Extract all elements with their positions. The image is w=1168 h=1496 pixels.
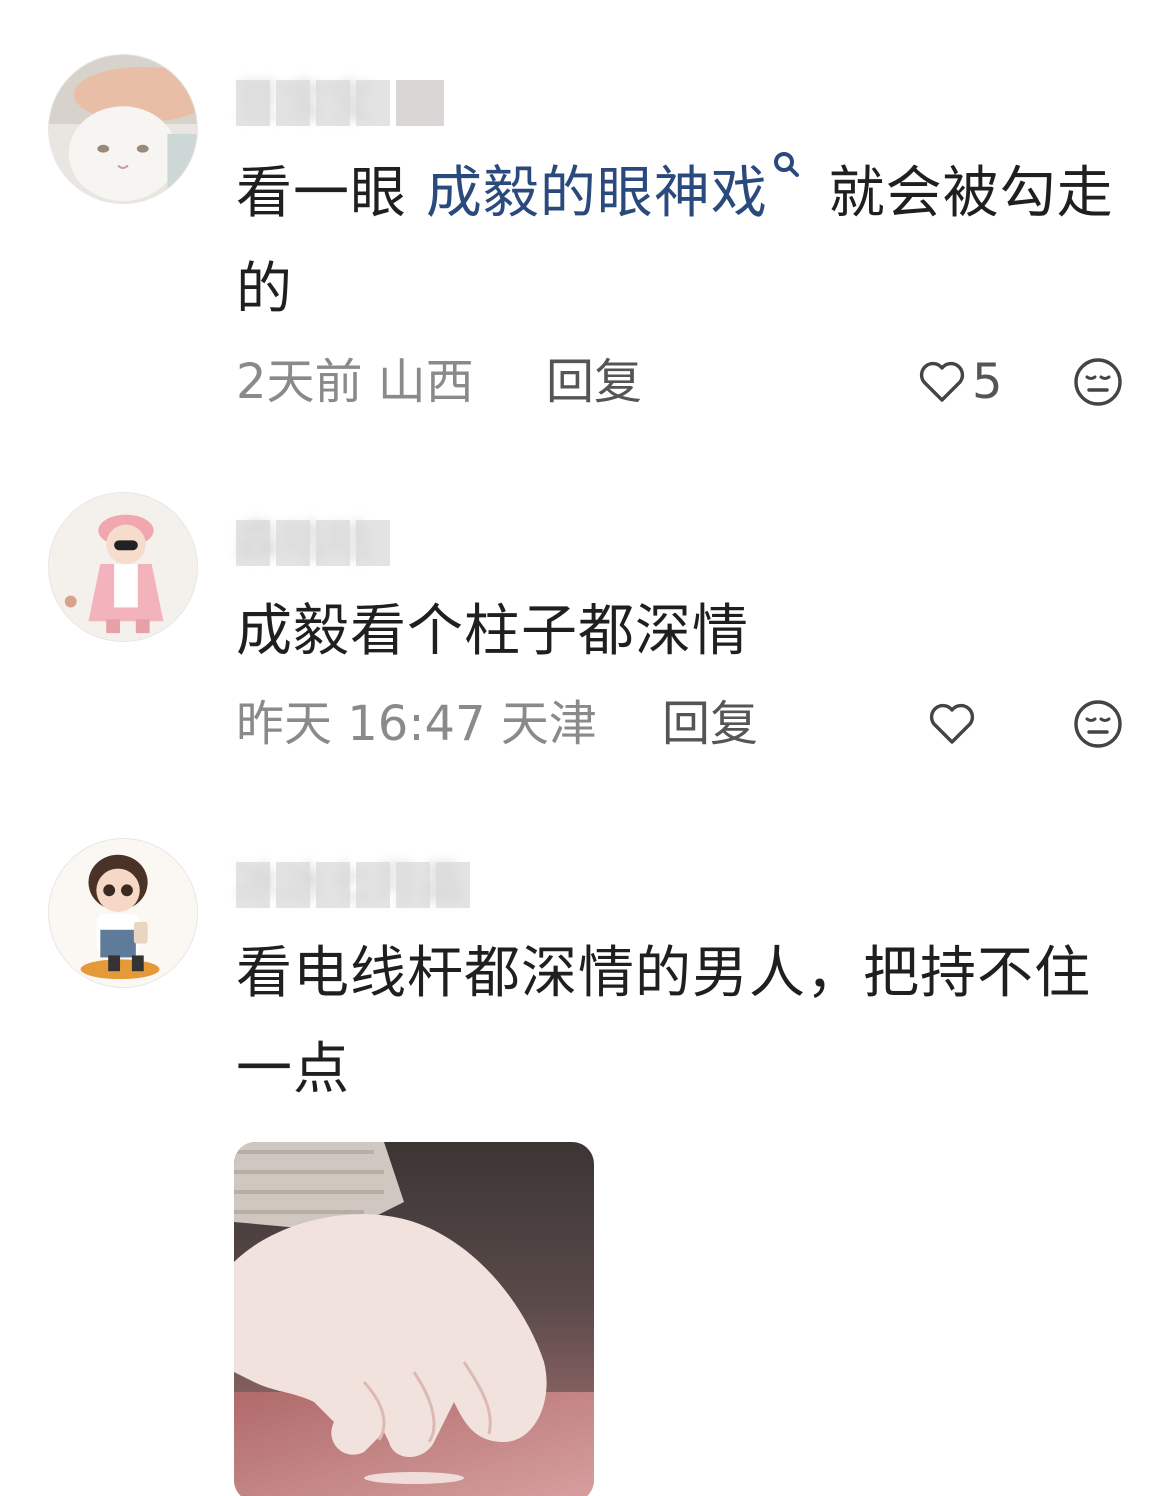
mosaic-block	[316, 862, 350, 908]
mosaic-block	[436, 862, 470, 908]
mosaic-block	[356, 862, 390, 908]
mosaic-block	[276, 520, 310, 566]
heart-outline-icon	[919, 361, 965, 402]
mosaic-block	[236, 862, 270, 908]
time-location: 昨天 16:47 天津	[236, 696, 597, 752]
username-mosaic	[236, 72, 444, 132]
expressionless-face-icon	[1074, 700, 1122, 748]
mosaic-block	[356, 80, 390, 126]
heart-outline-icon	[929, 703, 975, 744]
mosaic-block	[236, 80, 270, 126]
mosaic-block	[276, 80, 310, 126]
like-button[interactable]	[928, 696, 982, 752]
reply-button[interactable]: 回复	[662, 692, 758, 756]
comment-meta: 昨天 16:47 天津 回复	[236, 692, 1124, 756]
mosaic-block	[356, 520, 390, 566]
username-mosaic	[236, 854, 470, 914]
girl-avatar-image	[49, 493, 197, 641]
girl-with-drink-avatar-image	[49, 839, 197, 987]
mosaic-block	[396, 80, 444, 126]
comment-text: 成毅看个柱子都深情	[236, 599, 749, 664]
dislike-button[interactable]	[1072, 698, 1124, 750]
mosaic-block	[396, 862, 430, 908]
like-button[interactable]: 5	[918, 354, 1003, 410]
comment-image[interactable]	[234, 1142, 594, 1496]
comment-1: 豆宝宝 看一眼 成毅的眼神戏 就会被勾走的 2天前 山西 回复 5	[0, 0, 1168, 460]
comment-meta: 2天前 山西 回复 5	[236, 350, 1124, 414]
comment-text: 看电线杆都深情的男人，把持不住一点	[236, 941, 1091, 1102]
username-mosaic	[236, 512, 390, 572]
search-icon	[773, 152, 799, 177]
avatar[interactable]	[48, 54, 198, 204]
expressionless-face-icon	[1074, 358, 1122, 406]
time-location: 2天前 山西	[236, 354, 474, 410]
mosaic-block	[236, 520, 270, 566]
mosaic-block	[316, 520, 350, 566]
hand-photo	[234, 1142, 594, 1496]
cat-avatar-image	[49, 55, 197, 203]
reply-button[interactable]: 回复	[546, 350, 642, 414]
topic-link[interactable]: 成毅的眼神戏	[426, 161, 768, 226]
comment-text-before: 看一眼	[236, 161, 426, 226]
avatar[interactable]	[48, 492, 198, 642]
comment-text: 看一眼 成毅的眼神戏 就会被勾走的	[236, 146, 1116, 338]
avatar[interactable]	[48, 838, 198, 988]
comment-2: 森咕咕 成毅看个柱子都深情 昨天 16:47 天津 回复	[0, 460, 1168, 810]
dislike-button[interactable]	[1072, 356, 1124, 408]
mosaic-block	[316, 80, 350, 126]
like-count: 5	[972, 354, 1003, 410]
mosaic-block	[276, 862, 310, 908]
